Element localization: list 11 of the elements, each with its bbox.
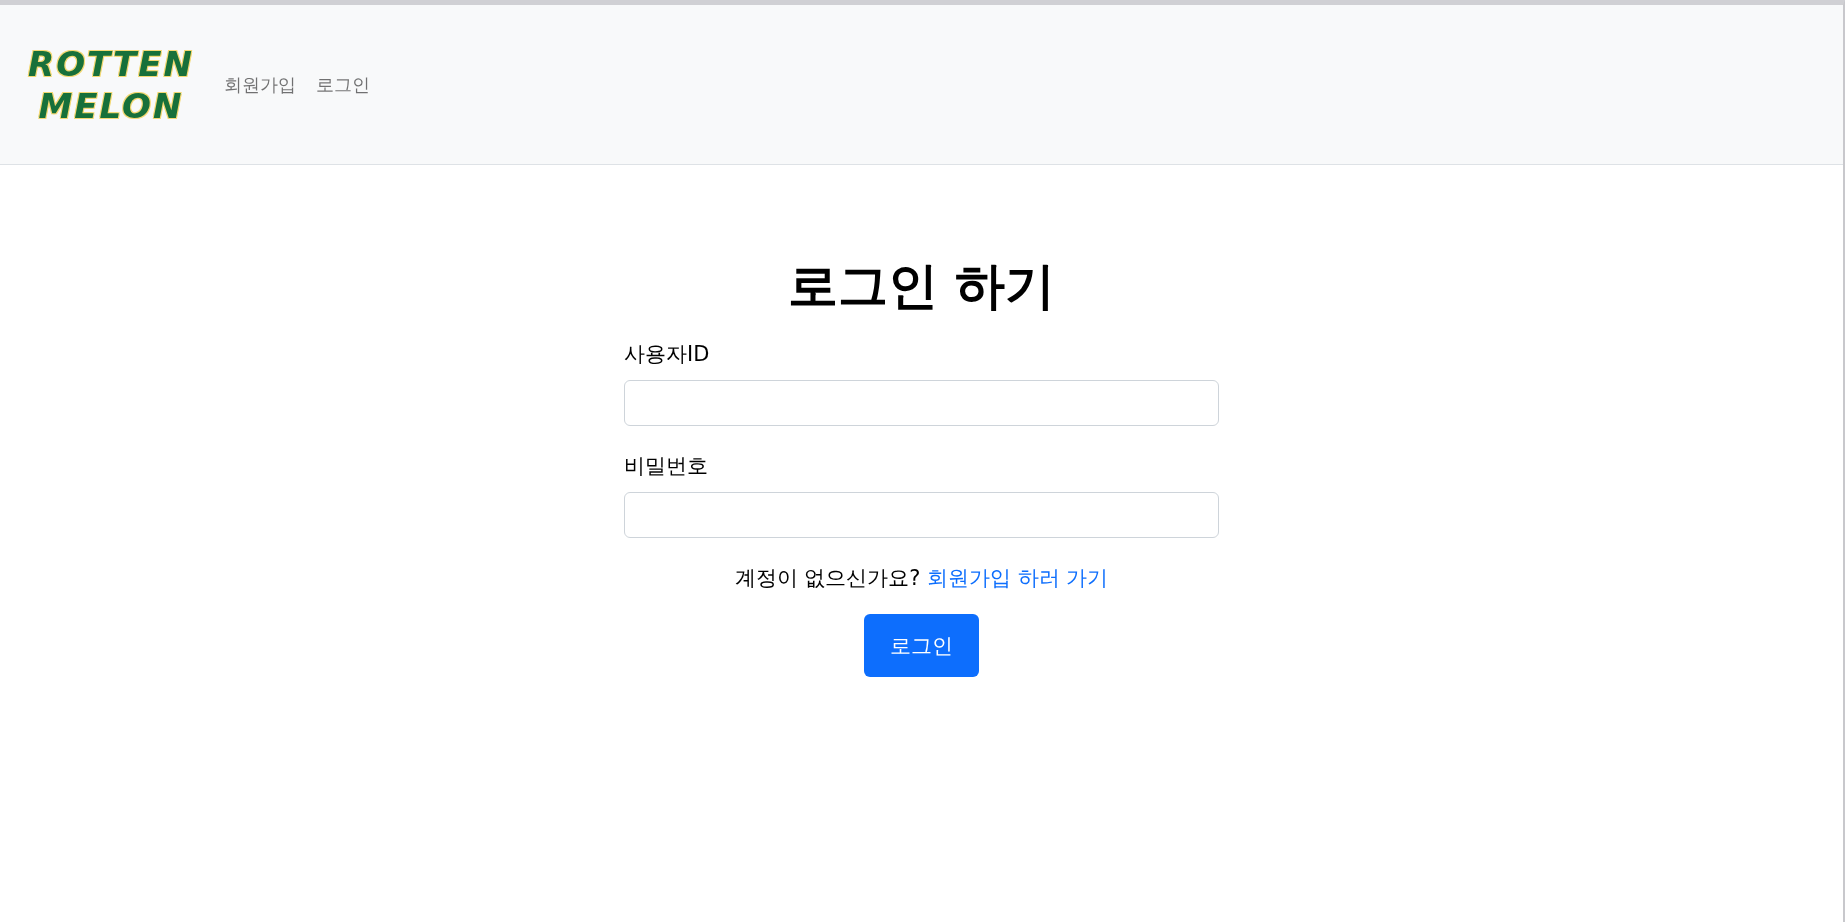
login-button[interactable]: 로그인: [864, 614, 979, 677]
nav-link[interactable]: 로그인: [315, 72, 370, 97]
signup-link[interactable]: 회원가입 하러 가기: [927, 566, 1109, 590]
input-field[interactable]: [624, 492, 1219, 538]
page-title: 로그인 하기: [787, 256, 1056, 316]
input-field[interactable]: [624, 380, 1219, 426]
nav-link[interactable]: 회원가입: [223, 72, 296, 97]
field-label: 비밀번호: [624, 453, 708, 480]
field-label: 사용자ID: [624, 341, 710, 368]
logo[interactable]: ROTTEN MELON: [28, 42, 194, 127]
signup-prompt: 계정이 없으신가요? 회원가입 하러 가기: [734, 565, 1109, 592]
